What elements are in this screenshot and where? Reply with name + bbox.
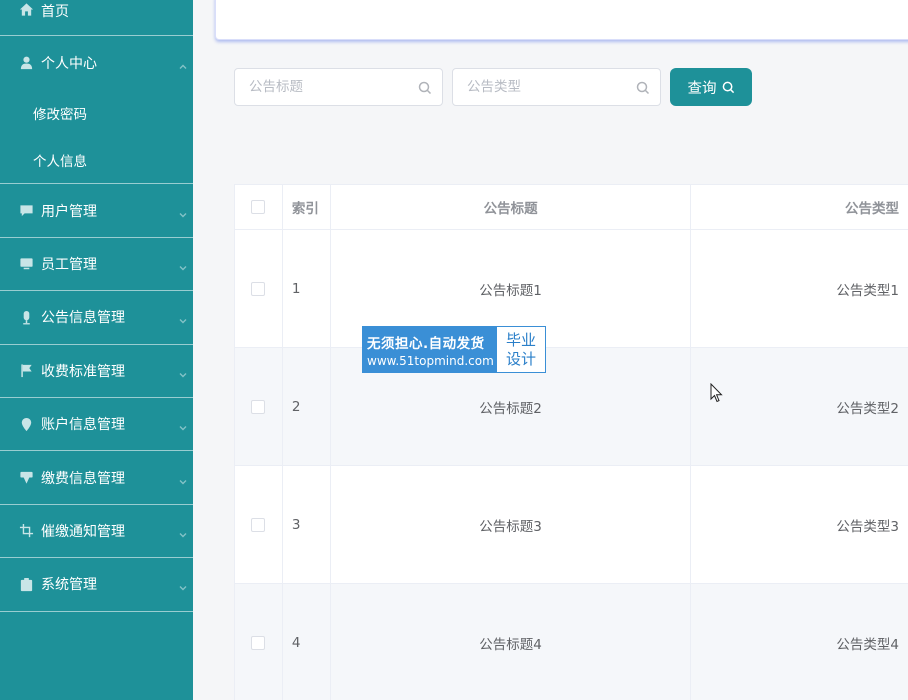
sidebar-item-user-management[interactable]: 用户管理 [0,184,193,238]
notice-type-input[interactable] [453,69,660,105]
table-row: 3 公告标题3 公告类型3 [235,465,908,583]
mouse-cursor-icon [710,383,723,403]
watermark-right: 毕业 设计 [497,327,545,372]
sidebar-subitem-label: 个人信息 [33,153,87,170]
sidebar-subitem-personal-info[interactable]: 个人信息 [0,136,193,183]
row-checkbox[interactable] [251,281,266,296]
chevron-down-icon [179,313,187,324]
header-card [215,0,908,40]
notice-type-search[interactable] [452,68,661,106]
notice-title-search[interactable] [234,68,443,106]
chevron-down-icon [179,580,187,591]
row-checkbox-cell [235,584,283,700]
header-title: 公告标题 [331,185,692,229]
sidebar-item-notice-management[interactable]: 公告信息管理 [0,291,193,345]
row-type: 公告类型2 [836,400,899,417]
watermark-word-2: 设计 [505,349,536,368]
sidebar-item-home[interactable]: 首页 [0,0,193,36]
row-checkbox-cell [235,230,283,347]
sidebar-item-label: 员工管理 [41,256,97,273]
crop-icon [18,523,34,539]
watermark-url: www.51topmind.com [367,353,494,368]
sidebar-item-label: 催缴通知管理 [41,523,125,540]
header-type: 公告类型 [845,201,899,217]
suitcase-icon [18,576,34,592]
row-type: 公告类型1 [836,282,899,299]
row-index: 3 [283,466,331,583]
monitor-icon [18,256,34,272]
chevron-down-icon [179,474,187,485]
row-checkbox[interactable] [251,635,266,650]
sidebar-subitem-change-password[interactable]: 修改密码 [0,89,193,136]
sidebar-item-label: 系统管理 [41,577,97,594]
table-row: 1 公告标题1 公告类型1 [235,229,908,347]
watermark-word-1: 毕业 [505,330,536,349]
sidebar-item-label: 账户信息管理 [41,417,125,434]
query-button-label: 查询 [687,80,717,97]
search-icon [722,81,734,93]
sidebar-item-staff-management[interactable]: 员工管理 [0,238,193,292]
row-checkbox-cell [235,348,283,465]
sidebar-item-label: 用户管理 [41,203,97,220]
row-index: 2 [283,348,331,465]
sidebar-item-label: 收费标准管理 [41,363,125,380]
sidebar-item-payment-management[interactable]: 缴费信息管理 [0,451,193,505]
select-all-checkbox[interactable] [251,200,266,214]
row-type: 公告类型4 [836,636,899,653]
sidebar-item-system-management[interactable]: 系统管理 [0,558,193,612]
row-type: 公告类型3 [836,518,899,535]
sidebar-subitem-label: 修改密码 [33,106,87,123]
sidebar-item-label: 个人中心 [41,55,97,72]
chevron-down-icon [179,260,187,271]
notice-title-input[interactable] [235,69,442,105]
sidebar-item-label: 首页 [41,4,69,20]
query-button[interactable]: 查询 [670,68,752,106]
header-index: 索引 [283,185,331,229]
watermark-left: 无须担心.自动发货 www.51topmind.com [363,327,497,372]
chevron-up-icon [179,59,187,69]
row-index: 4 [283,584,331,700]
chevron-down-icon [179,527,187,538]
row-checkbox[interactable] [251,517,266,532]
row-title: 公告标题4 [331,584,692,700]
flag-icon [18,363,34,379]
mic-icon [18,309,34,325]
chevron-down-icon [179,420,187,431]
user-icon [18,55,34,71]
table-row: 4 公告标题4 公告类型4 [235,583,908,700]
row-index: 1 [283,230,331,347]
chevron-down-icon [179,207,187,218]
header-checkbox-cell [235,185,283,229]
chat-icon [18,203,34,219]
watermark-badge: 无须担心.自动发货 www.51topmind.com 毕业 设计 [362,326,546,373]
location-icon [18,416,34,432]
sidebar-item-fee-standard-management[interactable]: 收费标准管理 [0,345,193,398]
table-header-row: 索引 公告标题 公告类型 [235,185,908,229]
watermark-slogan: 无须担心.自动发货 [367,335,485,352]
sidebar-item-label: 公告信息管理 [41,310,125,327]
sidebar-group-personal: 个人中心 修改密码 个人信息 [0,36,193,185]
home-icon [18,1,34,17]
notice-table: 索引 公告标题 公告类型 1 公告标题1 公告类型1 2 公告标题2 公告类型2… [234,184,908,700]
sidebar-item-label: 缴费信息管理 [41,470,125,487]
row-checkbox[interactable] [251,399,266,414]
medal-icon [18,470,34,486]
sidebar-item-reminder-management[interactable]: 催缴通知管理 [0,505,193,559]
sidebar-item-account-management[interactable]: 账户信息管理 [0,398,193,452]
row-checkbox-cell [235,466,283,583]
chevron-down-icon [179,367,187,378]
row-title: 公告标题3 [331,466,692,583]
sidebar-item-personal[interactable]: 个人中心 [0,36,193,89]
sidebar: 首页 个人中心 修改密码 个人信息 用户管理 员工管理 公告信息管理 收费标准管… [0,0,193,700]
search-icon [418,81,432,95]
search-icon [636,81,650,95]
table-row: 2 公告标题2 公告类型2 [235,347,908,465]
